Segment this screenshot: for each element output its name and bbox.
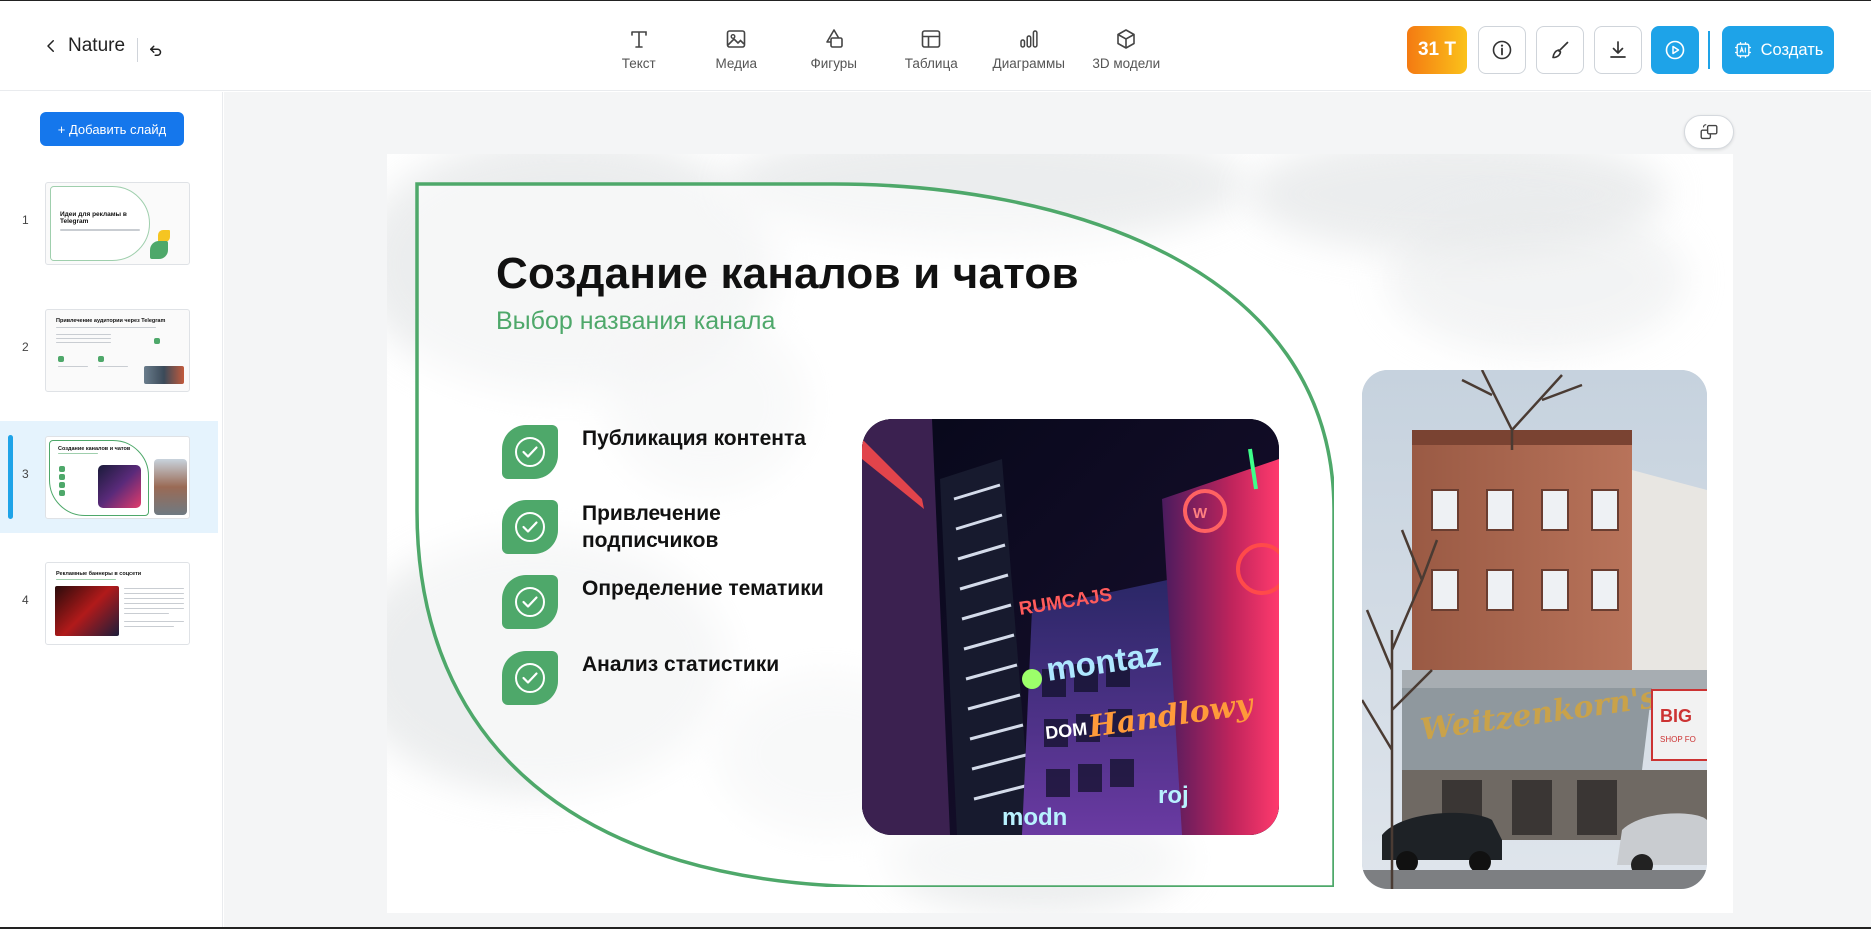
back-button[interactable]: Nature	[42, 35, 125, 57]
tool-media-label: Медиа	[715, 56, 758, 71]
tool-text[interactable]: Текст	[590, 27, 688, 71]
tool-shapes-label: Фигуры	[810, 56, 858, 71]
tool-charts-label: Диаграммы	[992, 56, 1065, 71]
text-icon	[630, 31, 647, 48]
slide-thumbnail-3[interactable]: 3 Создание каналов и чатов	[0, 421, 218, 533]
brush-icon	[1552, 41, 1569, 59]
slide-thumbnail-4[interactable]: 4 Рекламные баннеры в соцсети	[0, 547, 218, 659]
brick-building-photo[interactable]: Weitzenkorn's BIG SHOP FO	[1362, 370, 1707, 889]
bullet-text: Анализ статистики	[582, 653, 780, 676]
create-button-label: Создать	[1760, 40, 1824, 59]
header-accent-divider	[1708, 31, 1710, 69]
thumb-title: Идеи для рекламы в Telegram	[60, 211, 127, 226]
store-sign-big: BIG	[1660, 706, 1692, 726]
info-icon	[1492, 40, 1512, 60]
slides-sidebar: + Добавить слайд 1 Идеи для рекламы в Te…	[0, 92, 223, 943]
tool-3d-models-label: 3D модели	[1092, 56, 1161, 71]
tool-3d-models[interactable]: 3D модели	[1078, 27, 1176, 71]
check-circle-icon	[515, 663, 545, 693]
active-slide-indicator	[8, 435, 13, 519]
presentation-title: Nature	[68, 35, 126, 56]
create-button[interactable]: Создать	[1722, 26, 1834, 74]
check-circle-icon	[515, 512, 545, 542]
bullet-text: Публикация контента	[582, 427, 806, 450]
check-circle-icon	[515, 437, 545, 467]
store-sign-shop: SHOP FO	[1660, 735, 1696, 744]
layers-swap-icon	[1700, 124, 1718, 140]
slide-title[interactable]: Создание каналов и чатов	[496, 249, 1079, 299]
check-badge	[502, 500, 558, 554]
slide-thumbnail-preview: Привлечение аудитории через Telegram	[45, 309, 190, 392]
bullet-item[interactable]: Определение тематики	[502, 575, 824, 629]
bullet-text: Привлечение подписчиков	[582, 502, 721, 552]
media-icon	[726, 30, 746, 48]
slide-number: 2	[22, 340, 29, 354]
neon-sign-roj: roj	[1158, 782, 1189, 809]
tool-text-label: Текст	[621, 56, 656, 71]
tool-table-label: Таблица	[904, 56, 958, 71]
download-button[interactable]	[1594, 26, 1642, 74]
check-circle-icon	[515, 587, 545, 617]
tool-media[interactable]: Медиа	[688, 27, 786, 71]
slide-thumbnail-1[interactable]: 1 Идеи для рекламы в Telegram	[0, 167, 218, 279]
tool-charts[interactable]: Диаграммы	[980, 27, 1078, 71]
neon-sign-vv: W	[1193, 505, 1208, 522]
check-badge	[502, 651, 558, 705]
app-window: Nature Текст Медиа Фигуры Таблица Диагра…	[0, 0, 1871, 943]
thumb-title: Создание каналов и чатов	[58, 446, 131, 452]
thumb-title: Рекламные баннеры в соцсети	[56, 571, 142, 577]
chevron-left-icon	[47, 40, 54, 52]
cube-icon	[1117, 29, 1136, 49]
token-balance-badge[interactable]: 31 T	[1407, 26, 1467, 74]
bullet-item[interactable]: Привлечение подписчиков	[502, 500, 721, 554]
slide-subtitle[interactable]: Выбор названия канала	[496, 307, 775, 336]
slide-number: 1	[22, 213, 29, 227]
slide-number: 3	[22, 467, 29, 481]
shapes-icon	[825, 29, 843, 48]
add-slide-button[interactable]: + Добавить слайд	[40, 112, 184, 146]
table-icon	[921, 30, 941, 48]
info-button[interactable]	[1478, 26, 1526, 74]
bullet-item[interactable]: Публикация контента	[502, 425, 806, 479]
neon-sign-modn: modn	[1002, 804, 1067, 831]
thumb-title: Привлечение аудитории через Telegram	[56, 318, 166, 324]
play-icon	[1665, 40, 1685, 60]
tool-shapes[interactable]: Фигуры	[785, 27, 883, 71]
tool-table[interactable]: Таблица	[883, 27, 981, 71]
check-badge	[502, 575, 558, 629]
undo-icon	[150, 45, 162, 56]
play-presentation-button[interactable]	[1651, 26, 1699, 74]
bullet-text: Определение тематики	[582, 577, 824, 600]
theme-brush-button[interactable]	[1536, 26, 1584, 74]
fit-to-screen-button[interactable]	[1684, 115, 1734, 149]
bullet-item[interactable]: Анализ статистики	[502, 651, 779, 705]
ai-create-icon	[1734, 42, 1751, 58]
slide-thumbnail-preview: Идеи для рекламы в Telegram	[45, 182, 190, 265]
top-toolbar: Nature Текст Медиа Фигуры Таблица Диагра…	[0, 1, 1871, 91]
download-icon	[1610, 41, 1626, 58]
check-badge	[502, 425, 558, 479]
slide-thumbnail-2[interactable]: 2 Привлечение аудитории через Telegram	[0, 294, 218, 406]
neon-building-photo[interactable]: W RUMCAJS montaz DOM Handlowy modn roj	[862, 419, 1279, 835]
slide-thumbnail-preview: Создание каналов и чатов	[45, 436, 190, 519]
status-bar	[0, 927, 1871, 943]
chart-icon	[1020, 30, 1038, 48]
slide-number: 4	[22, 593, 29, 607]
undo-button[interactable]	[145, 39, 167, 61]
header-divider	[137, 38, 138, 62]
insert-tools: Текст Медиа Фигуры Таблица Диаграммы 3D …	[590, 27, 1175, 71]
slide-thumbnail-preview: Рекламные баннеры в соцсети	[45, 562, 190, 645]
